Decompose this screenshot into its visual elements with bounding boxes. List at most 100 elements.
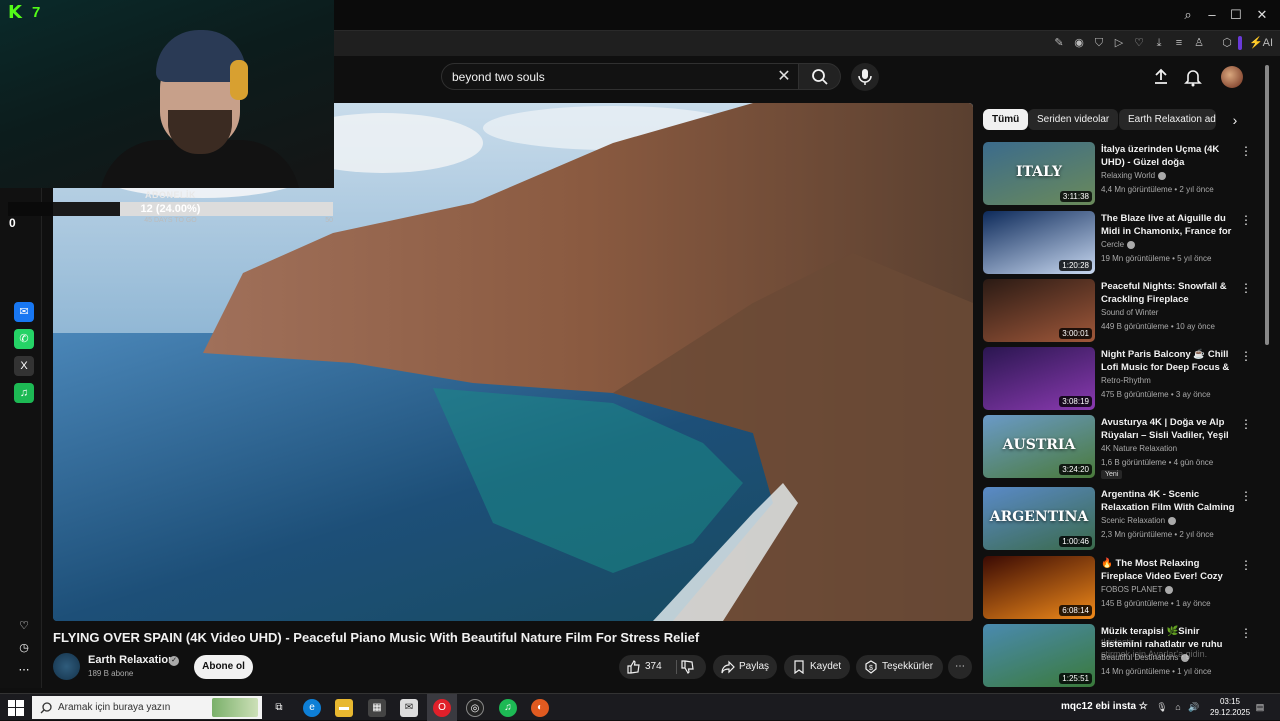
search-input[interactable]: beyond two souls ✕ bbox=[441, 63, 799, 90]
windows-start-icon[interactable] bbox=[8, 700, 24, 716]
camera-icon[interactable]: ◉ bbox=[1072, 36, 1086, 50]
channel-avatar[interactable] bbox=[53, 653, 80, 680]
edge-icon[interactable]: e bbox=[303, 699, 321, 717]
play-icon[interactable]: ▷ bbox=[1112, 36, 1126, 50]
spotify-icon[interactable]: ♫ bbox=[14, 383, 34, 403]
related-video-title[interactable]: İtalya üzerinden Uçma (4K UHD) - Güzel d… bbox=[1101, 143, 1239, 170]
task-view-icon[interactable]: ⧉ bbox=[270, 699, 288, 717]
related-video-channel[interactable]: Cercle bbox=[1101, 240, 1136, 249]
microphone-icon[interactable]: 🎙 bbox=[1156, 701, 1168, 713]
related-video-channel[interactable]: FOBOS PLANET bbox=[1101, 585, 1174, 594]
dislike-icon[interactable] bbox=[681, 660, 695, 674]
share-button[interactable]: Paylaş bbox=[713, 655, 777, 679]
more-options-icon[interactable]: ⋮ bbox=[1239, 281, 1253, 295]
more-options-icon[interactable]: ⋮ bbox=[1239, 489, 1253, 503]
related-video-title[interactable]: Peaceful Nights: Snowfall & Crackling Fi… bbox=[1101, 280, 1239, 307]
heart-icon[interactable]: ♡ bbox=[14, 616, 34, 636]
related-video-item[interactable]: 3:08:19 Night Paris Balcony ☕ Chill Lofi … bbox=[983, 347, 1258, 411]
video-thumbnail[interactable]: 1:25:51 bbox=[983, 624, 1095, 687]
spotify-icon[interactable]: ♫ bbox=[499, 699, 517, 717]
more-actions-button[interactable]: ⋯ bbox=[948, 655, 972, 679]
opera-icon[interactable]: O bbox=[433, 699, 451, 717]
whatsapp-icon[interactable]: ✆ bbox=[14, 329, 34, 349]
heart-icon[interactable]: ♡ bbox=[1132, 36, 1146, 50]
related-video-item[interactable]: 1:20:28 The Blaze live at Aiguille du Mid… bbox=[983, 211, 1258, 275]
video-thumbnail[interactable]: 6:08:14 bbox=[983, 556, 1095, 619]
video-thumbnail[interactable]: 3:00:01 bbox=[983, 279, 1095, 342]
like-icon[interactable] bbox=[627, 660, 641, 674]
related-video-channel[interactable]: Retro-Rhythm bbox=[1101, 376, 1151, 385]
more-options-icon[interactable]: ⋮ bbox=[1239, 417, 1253, 431]
tray-clock[interactable]: 03:15 29.12.2025 bbox=[1210, 696, 1250, 718]
upload-icon[interactable] bbox=[1151, 67, 1171, 87]
video-thumbnail[interactable]: ITALY 3:11:38 bbox=[983, 142, 1095, 205]
store-icon[interactable]: ▦ bbox=[368, 699, 386, 717]
related-video-channel[interactable]: 4K Nature Relaxation bbox=[1101, 444, 1177, 453]
notification-center-icon[interactable]: ▤ bbox=[1254, 701, 1266, 713]
related-video-title[interactable]: Avusturya 4K | Doğa ve Alp Rüyaları – Si… bbox=[1101, 416, 1239, 443]
related-video-channel[interactable]: Scenic Relaxation bbox=[1101, 516, 1177, 525]
history-icon[interactable]: ◷ bbox=[14, 638, 34, 658]
like-count[interactable]: 374 bbox=[645, 655, 662, 679]
chip-channel[interactable]: Earth Relaxation adlı bbox=[1119, 109, 1216, 130]
more-options-icon[interactable]: ⋮ bbox=[1239, 349, 1253, 363]
video-thumbnail[interactable]: AUSTRIA 3:24:20 bbox=[983, 415, 1095, 478]
mail-icon[interactable]: ✉ bbox=[400, 699, 418, 717]
cube-icon[interactable]: ⬡ bbox=[1220, 36, 1234, 50]
related-video-item[interactable]: ITALY 3:11:38 İtalya üzerinden Uçma (4K UH… bbox=[983, 142, 1258, 206]
related-video-channel[interactable]: Sound of Winter bbox=[1101, 308, 1158, 317]
tray-date: 29.12.2025 bbox=[1210, 708, 1251, 717]
related-video-item[interactable]: AUSTRIA 3:24:20 Avusturya 4K | Doğa ve Alp… bbox=[983, 415, 1258, 479]
edit-icon[interactable]: ✎ bbox=[1052, 36, 1066, 50]
ai-button[interactable]: ⚡AI bbox=[1248, 36, 1274, 50]
related-video-item[interactable]: 6:08:14 🔥 The Most Relaxing Fireplace Vid… bbox=[983, 556, 1258, 620]
close-button[interactable]: ✕ bbox=[1252, 5, 1272, 25]
scrollbar-thumb[interactable] bbox=[1265, 65, 1269, 345]
channel-name[interactable]: Earth Relaxation bbox=[88, 654, 175, 666]
shield-icon[interactable]: ⛉ bbox=[1092, 36, 1106, 50]
taskbar-search-input[interactable]: Aramak için buraya yazın bbox=[32, 696, 262, 719]
video-thumbnail[interactable]: 1:20:28 bbox=[983, 211, 1095, 274]
more-options-icon[interactable]: ⋮ bbox=[1239, 626, 1253, 640]
x-icon[interactable]: X bbox=[14, 356, 34, 376]
network-icon[interactable]: ⌂ bbox=[1172, 701, 1184, 713]
obs-icon[interactable]: ◎ bbox=[466, 699, 484, 717]
subscribe-button[interactable]: Abone ol bbox=[194, 655, 253, 679]
file-explorer-icon[interactable]: ▬ bbox=[335, 699, 353, 717]
related-video-item[interactable]: 3:00:01 Peaceful Nights: Snowfall & Crack… bbox=[983, 279, 1258, 343]
user-avatar[interactable] bbox=[1221, 66, 1243, 88]
save-button[interactable]: Kaydet bbox=[784, 655, 850, 679]
video-thumbnail[interactable]: 3:08:19 bbox=[983, 347, 1095, 410]
related-video-channel[interactable]: Relaxing World bbox=[1101, 171, 1167, 180]
clear-search-icon[interactable]: ✕ bbox=[774, 67, 794, 87]
messenger-icon[interactable]: ✉ bbox=[14, 302, 34, 322]
chevron-right-icon[interactable]: › bbox=[1226, 110, 1244, 130]
related-video-title[interactable]: Argentina 4K - Scenic Relaxation Film Wi… bbox=[1101, 488, 1239, 515]
video-thumbnail[interactable]: ARGENTINA 1:00:46 bbox=[983, 487, 1095, 550]
related-video-item[interactable]: ARGENTINA 1:00:46 Argentina 4K - Scenic Re… bbox=[983, 487, 1258, 551]
volume-icon[interactable]: 🔊 bbox=[1188, 701, 1200, 713]
extensions-bar: ✎ ◉ ⛉ ▷ ♡ ⤓ ≡ ♙ ⬡ ⚡AI bbox=[334, 30, 1280, 56]
search-icon[interactable]: ⌕ bbox=[1178, 5, 1198, 25]
chip-series[interactable]: Seriden videolar bbox=[1028, 109, 1119, 130]
profile-icon[interactable]: ♙ bbox=[1192, 36, 1206, 50]
more-options-icon[interactable]: ⋮ bbox=[1239, 558, 1253, 572]
notifications-icon[interactable] bbox=[1183, 67, 1203, 87]
more-icon[interactable]: ⋯ bbox=[14, 660, 34, 680]
voice-search-button[interactable] bbox=[851, 63, 879, 91]
menu-icon[interactable]: ≡ bbox=[1172, 36, 1186, 50]
download-icon[interactable]: ⤓ bbox=[1152, 36, 1166, 50]
scrollbar[interactable] bbox=[1263, 57, 1271, 687]
app-icon[interactable]: ◐ bbox=[531, 699, 549, 717]
more-options-icon[interactable]: ⋮ bbox=[1239, 213, 1253, 227]
search-button[interactable] bbox=[799, 63, 841, 90]
related-video-title[interactable]: The Blaze live at Aiguille du Midi in Ch… bbox=[1101, 212, 1239, 239]
more-options-icon[interactable]: ⋮ bbox=[1239, 144, 1253, 158]
related-video-title[interactable]: 🔥 The Most Relaxing Fireplace Video Ever… bbox=[1101, 557, 1239, 584]
chip-all[interactable]: Tümü bbox=[983, 109, 1029, 130]
related-video-title[interactable]: Night Paris Balcony ☕ Chill Lofi Music f… bbox=[1101, 348, 1239, 375]
thanks-button[interactable]: $ Teşekkürler bbox=[856, 655, 943, 679]
minimize-button[interactable]: – bbox=[1202, 5, 1222, 25]
related-video-meta: 475 B görüntüleme • 3 ay önce bbox=[1101, 390, 1211, 399]
maximize-button[interactable]: ☐ bbox=[1226, 5, 1246, 25]
